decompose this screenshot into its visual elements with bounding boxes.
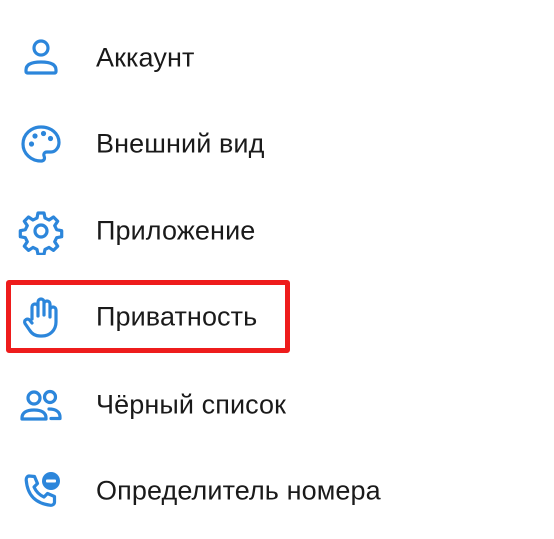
settings-list: Аккаунт Внешний вид Приложение Приватнос… — [0, 0, 554, 539]
hand-icon — [17, 293, 65, 341]
settings-item-label: Определитель номера — [96, 475, 381, 506]
settings-item-label: Приватность — [96, 301, 258, 332]
settings-item-privacy[interactable]: Приватность — [0, 282, 554, 352]
settings-item-label: Внешний вид — [96, 128, 265, 159]
settings-item-label: Приложение — [96, 215, 256, 246]
settings-item-label: Аккаунт — [96, 42, 195, 73]
settings-item-label: Чёрный список — [96, 389, 287, 420]
palette-icon — [17, 120, 65, 168]
users-icon — [17, 381, 65, 429]
settings-item-account[interactable]: Аккаунт — [0, 23, 554, 93]
settings-item-appearance[interactable]: Внешний вид — [0, 109, 554, 179]
phone-block-icon — [17, 467, 65, 515]
person-icon — [17, 34, 65, 82]
settings-item-application[interactable]: Приложение — [0, 196, 554, 266]
gear-icon — [17, 207, 65, 255]
settings-item-caller-id[interactable]: Определитель номера — [0, 456, 554, 526]
settings-item-blacklist[interactable]: Чёрный список — [0, 370, 554, 440]
